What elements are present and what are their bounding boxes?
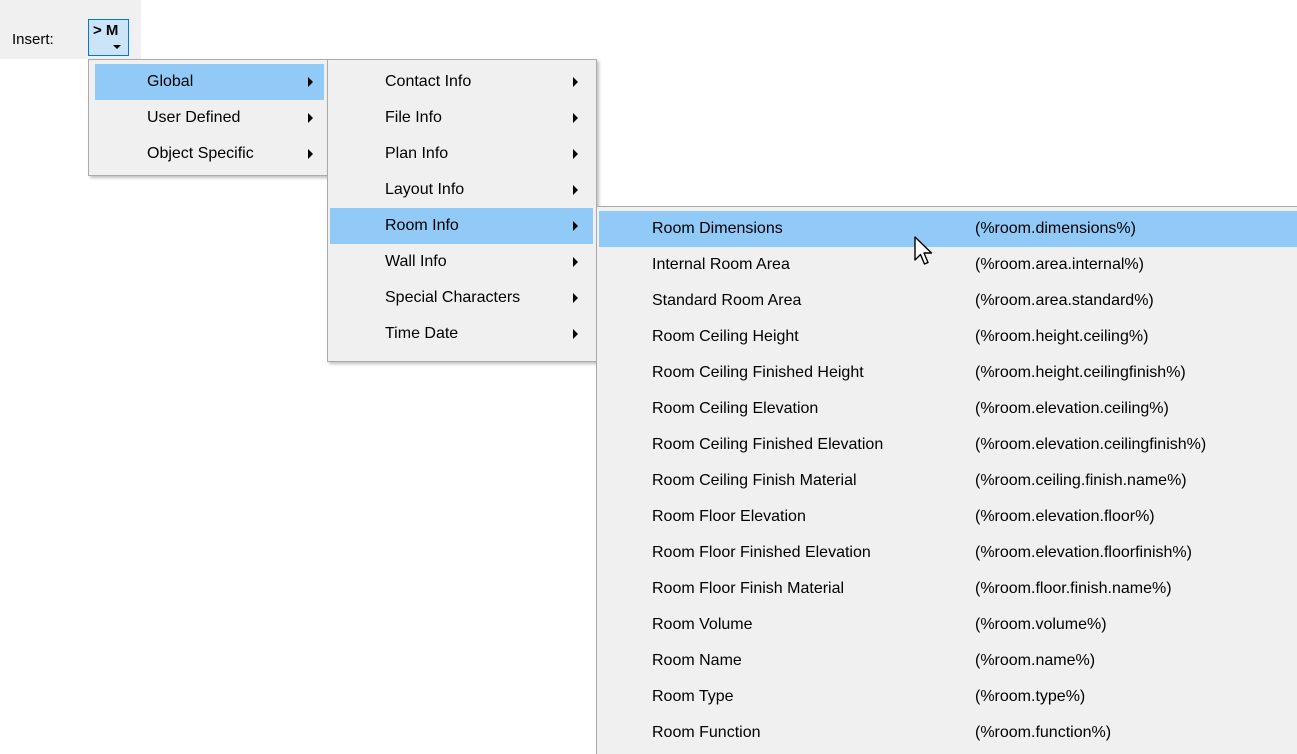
menu-item-room-dimensions[interactable]: Room Dimensions (%room.dimensions%): [599, 211, 1297, 247]
macro-text: (%room.area.internal%): [975, 256, 1144, 273]
menu-item-room-floor-finished-elevation[interactable]: Room Floor Finished Elevation (%room.elev…: [599, 535, 1297, 571]
macro-text: (%room.volume%): [975, 616, 1107, 633]
menu-item-layout-info[interactable]: Layout Info: [330, 172, 593, 208]
menu-item-object-specific[interactable]: Object Specific: [95, 136, 324, 172]
macro-text: (%room.name%): [975, 652, 1096, 669]
macro-text: (%room.function%): [975, 724, 1112, 741]
submenu-arrow-icon: [573, 77, 578, 87]
menu-item-room-ceiling-finished-elevation[interactable]: Room Ceiling Finished Elevation (%room.el…: [599, 427, 1297, 463]
menu-item-label: Room Dimensions: [652, 220, 783, 237]
menu-item-label: Time Date: [385, 325, 459, 342]
menu-item-file-info[interactable]: File Info: [330, 100, 593, 136]
macro-text: (%room.elevation.floor%): [975, 508, 1155, 525]
mouse-pointer-icon: [914, 236, 933, 265]
menu-item-label: Room Floor Finished Elevation: [652, 544, 871, 561]
submenu-arrow-icon: [308, 149, 313, 159]
menu-item-room-ceiling-elevation[interactable]: Room Ceiling Elevation (%room.elevation.c…: [599, 391, 1297, 427]
menu-item-room-volume[interactable]: Room Volume (%room.volume%): [599, 607, 1297, 643]
menu-item-label: Object Specific: [147, 145, 254, 162]
submenu-arrow-icon: [573, 221, 578, 231]
dropdown-arrow-icon: [113, 45, 121, 49]
menu-item-label: Room Ceiling Finished Elevation: [652, 436, 884, 453]
menu-item-room-ceiling-finish-material[interactable]: Room Ceiling Finish Material (%room.ceili…: [599, 463, 1297, 499]
macro-text: (%room.floor.finish.name%): [975, 580, 1172, 597]
submenu-arrow-icon: [573, 149, 578, 159]
macro-text: (%room.elevation.ceiling%): [975, 400, 1169, 417]
menu-item-room-name[interactable]: Room Name (%room.name%): [599, 643, 1297, 679]
submenu-arrow-icon: [573, 185, 578, 195]
submenu-arrow-icon: [308, 77, 313, 87]
menu-item-label: Room Name: [652, 652, 742, 669]
insert-macro-button-label: > M: [93, 22, 119, 39]
macro-text: (%room.area.standard%): [975, 292, 1154, 309]
insert-toolbar: Insert: > M: [0, 0, 141, 59]
menu-item-label: Room Ceiling Height: [652, 328, 799, 345]
macro-text: (%room.elevation.ceilingfinish%): [975, 436, 1207, 453]
menu-item-label: Contact Info: [385, 73, 472, 90]
menu-item-label: Room Ceiling Elevation: [652, 400, 819, 417]
insert-label: Insert:: [12, 31, 54, 48]
submenu-arrow-icon: [573, 329, 578, 339]
macro-text: (%room.type%): [975, 688, 1086, 705]
menu-item-label: User Defined: [147, 109, 241, 126]
menu-item-plan-info[interactable]: Plan Info: [330, 136, 593, 172]
menu-item-room-function[interactable]: Room Function (%room.function%): [599, 715, 1297, 751]
menu-item-wall-info[interactable]: Wall Info: [330, 244, 593, 280]
menu-item-room-ceiling-finished-height[interactable]: Room Ceiling Finished Height (%room.heigh…: [599, 355, 1297, 391]
submenu-arrow-icon: [573, 257, 578, 267]
submenu-arrow-icon: [308, 113, 313, 123]
menu-item-contact-info[interactable]: Contact Info: [330, 64, 593, 100]
menu-item-label: Wall Info: [385, 253, 447, 270]
menu-item-user-defined[interactable]: User Defined: [95, 100, 324, 136]
menu-item-room-floor-finish-material[interactable]: Room Floor Finish Material (%room.floor.f…: [599, 571, 1297, 607]
menu-item-global[interactable]: Global: [95, 64, 324, 100]
menu-item-label: Room Type: [652, 688, 734, 705]
menu-item-label: File Info: [385, 109, 442, 126]
menu-item-label: Internal Room Area: [652, 256, 790, 273]
macro-text: (%room.ceiling.finish.name%): [975, 472, 1187, 489]
macro-text: (%room.dimensions%): [975, 220, 1136, 237]
macro-text: (%room.height.ceilingfinish%): [975, 364, 1186, 381]
menu-item-label: Standard Room Area: [652, 292, 802, 309]
menu-item-label: Layout Info: [385, 181, 465, 198]
menu-item-label: Room Floor Finish Material: [652, 580, 845, 597]
room-info-submenu: Room Dimensions (%room.dimensions%) Intern…: [596, 206, 1297, 754]
macro-text: (%room.height.ceiling%): [975, 328, 1149, 345]
menu-item-label: Room Ceiling Finish Material: [652, 472, 857, 489]
menu-item-label: Room Volume: [652, 616, 753, 633]
menu-item-room-floor-elevation[interactable]: Room Floor Elevation (%room.elevation.flo…: [599, 499, 1297, 535]
macro-text: (%room.elevation.floorfinish%): [975, 544, 1192, 561]
menu-item-room-info[interactable]: Room Info: [330, 208, 593, 244]
insert-menu: Global User Defined Object Specific: [88, 59, 328, 176]
menu-item-standard-room-area[interactable]: Standard Room Area (%room.area.standard%): [599, 283, 1297, 319]
menu-item-room-type[interactable]: Room Type (%room.type%): [599, 679, 1297, 715]
menu-item-label: Room Floor Elevation: [652, 508, 806, 525]
menu-item-label: Global: [147, 73, 194, 90]
submenu-arrow-icon: [573, 113, 578, 123]
global-submenu: Contact Info File Info Plan Info Layout Inf…: [327, 59, 597, 362]
menu-item-label: Room Function: [652, 724, 761, 741]
insert-macro-button[interactable]: > M: [88, 19, 129, 56]
menu-item-internal-room-area[interactable]: Internal Room Area (%room.area.internal%): [599, 247, 1297, 283]
menu-item-time-date[interactable]: Time Date: [330, 316, 593, 352]
menu-item-label: Plan Info: [385, 145, 449, 162]
menu-item-room-ceiling-height[interactable]: Room Ceiling Height (%room.height.ceiling…: [599, 319, 1297, 355]
menu-item-special-characters[interactable]: Special Characters: [330, 280, 593, 316]
menu-item-label: Special Characters: [385, 289, 521, 306]
menu-item-label: Room Ceiling Finished Height: [652, 364, 864, 381]
menu-item-label: Room Info: [385, 217, 459, 234]
submenu-arrow-icon: [573, 293, 578, 303]
